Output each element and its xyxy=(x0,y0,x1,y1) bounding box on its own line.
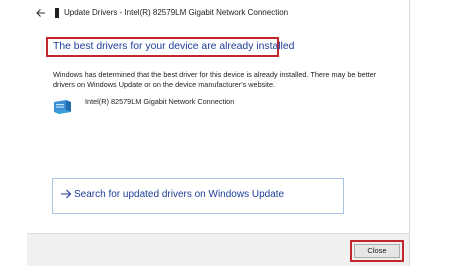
page-heading: The best drivers for your device are alr… xyxy=(53,41,295,52)
close-button[interactable]: Close xyxy=(354,244,400,258)
network-adapter-icon xyxy=(53,99,72,115)
right-margin xyxy=(410,0,474,266)
search-windows-update-link[interactable]: Search for updated drivers on Windows Up… xyxy=(52,178,344,214)
search-link-label: Search for updated drivers on Windows Up… xyxy=(74,189,285,200)
left-margin xyxy=(0,0,27,266)
title-bar: Update Drivers - Intel(R) 82579LM Gigabi… xyxy=(27,4,410,26)
screenshot-page: Update Drivers - Intel(R) 82579LM Gigabi… xyxy=(0,0,474,266)
device-name: Intel(R) 82579LM Gigabit Network Connect… xyxy=(85,97,235,106)
window-title: Update Drivers - Intel(R) 82579LM Gigabi… xyxy=(64,8,289,17)
window-icon xyxy=(55,8,59,18)
back-arrow-icon[interactable] xyxy=(33,5,49,21)
description-text: Windows has determined that the best dri… xyxy=(53,70,377,89)
arrow-right-icon xyxy=(60,188,72,202)
